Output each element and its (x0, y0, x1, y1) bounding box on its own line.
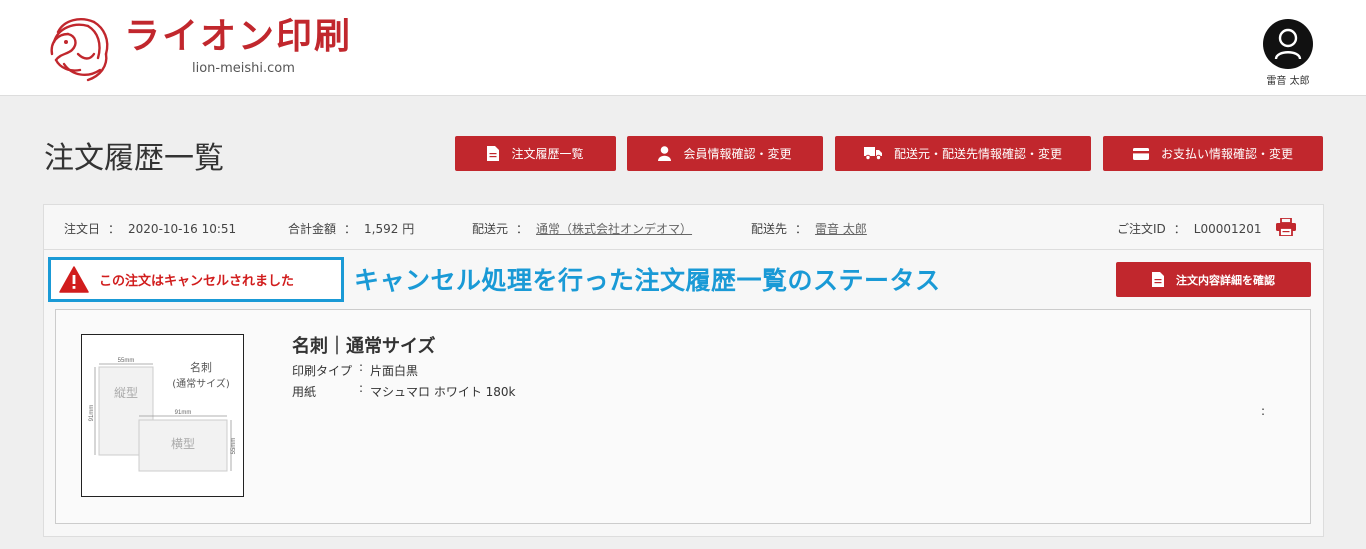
ship-to-link[interactable]: 雷音 太郎 (815, 222, 867, 236)
user-avatar[interactable] (1263, 19, 1313, 69)
colon: ： (108, 222, 121, 236)
thumb-subtitle: (通常サイズ) (172, 377, 230, 390)
logo-url: lion-meishi.com (192, 61, 295, 76)
shipping-info-button[interactable]: 配送元・配送先情報確認・変更 (835, 136, 1091, 171)
product-thumbnail: 55mm 91mm 91mm 55mm 縦型 横型 名刺 (通常サイズ) (81, 334, 244, 497)
order-total-label: 合計金額 (288, 222, 337, 236)
order-total: 合計金額 ： 1,592 円 (288, 220, 414, 237)
order-panel: 注文日 ： 2020-10-16 10:51 合計金額 ： 1,592 円 配送元 ： 通常… (43, 204, 1324, 537)
ship-to-label: 配送先 (751, 222, 788, 236)
dim-label-top: 55mm (118, 358, 135, 364)
document-icon (487, 146, 500, 161)
user-icon (1274, 28, 1302, 60)
user-icon (658, 146, 672, 161)
paper-value: マシュマロ ホワイト 180k (370, 385, 516, 399)
page-title: 注文履歴一覧 (44, 141, 224, 176)
colon: ： (1173, 222, 1186, 236)
product-name: 名刺｜通常サイズ (292, 336, 436, 357)
colon: ： (795, 222, 808, 236)
print-type-label: 印刷タイプ (292, 364, 353, 378)
order-date-label: 注文日 (64, 222, 101, 236)
document-icon (1152, 272, 1164, 287)
user-name: 雷音 太郎 (1266, 76, 1310, 87)
spec-colon: : (359, 381, 364, 395)
cancel-status-text: この注文はキャンセルされました (99, 274, 295, 289)
payment-info-button-label: お支払い情報確認・変更 (1160, 147, 1293, 161)
order-id-value: L00001201 (1193, 222, 1262, 236)
business-card-size-diagram: 55mm 91mm 91mm 55mm 縦型 横型 名刺 (通常サイズ) (89, 358, 237, 472)
spec-colon: : (359, 360, 364, 374)
order-detail-button-label: 注文内容詳細を確認 (1176, 273, 1275, 287)
shipping-info-button-label: 配送元・配送先情報確認・変更 (893, 147, 1062, 161)
paper-label: 用紙 (292, 385, 317, 399)
order-date: 注文日 ： 2020-10-16 10:51 (64, 220, 236, 237)
dim-label-right: 55mm (231, 438, 237, 455)
product-card: 55mm 91mm 91mm 55mm 縦型 横型 名刺 (通常サイズ) 名刺｜… (55, 309, 1311, 524)
payment-info-button[interactable]: お支払い情報確認・変更 (1103, 136, 1323, 171)
dim-label-left: 91mm (89, 405, 95, 422)
site-header: ライオン印刷 lion-meishi.com 雷音 太郎 (0, 0, 1366, 96)
landscape-label: 横型 (171, 437, 195, 451)
order-detail-button[interactable]: 注文内容詳細を確認 (1116, 262, 1311, 297)
colon: ： (344, 222, 357, 236)
order-id-label: ご注文ID (1117, 222, 1166, 236)
member-info-button-label: 会員情報確認・変更 (683, 147, 792, 161)
printer-icon[interactable] (1276, 218, 1296, 236)
lion-logo-icon[interactable] (44, 14, 116, 82)
ship-from-link[interactable]: 通常（株式会社オンデオマ） (536, 222, 692, 236)
order-id: ご注文ID ： L00001201 (1117, 220, 1262, 237)
dim-label-middle: 91mm (175, 410, 192, 416)
order-meta-row: 注文日 ： 2020-10-16 10:51 合計金額 ： 1,592 円 配送元 ： 通常… (44, 205, 1323, 250)
credit-card-icon (1132, 147, 1149, 160)
portrait-label: 縦型 (114, 386, 138, 400)
order-history-button[interactable]: 注文履歴一覧 (455, 136, 616, 171)
truck-icon (863, 147, 882, 160)
thumb-title: 名刺 (190, 360, 212, 374)
colon: ： (516, 222, 529, 236)
cancel-status-badge: この注文はキャンセルされました (48, 257, 344, 302)
print-type-value: 片面白黒 (370, 364, 419, 378)
ship-from-label: 配送元 (472, 222, 509, 236)
member-info-button[interactable]: 会員情報確認・変更 (627, 136, 823, 171)
stray-colon: : (1261, 404, 1266, 418)
order-history-button-label: 注文履歴一覧 (511, 147, 584, 161)
ship-from: 配送元 ： 通常（株式会社オンデオマ） (472, 220, 692, 237)
order-total-value: 1,592 円 (364, 222, 415, 236)
order-date-value: 2020-10-16 10:51 (128, 222, 237, 236)
ship-to: 配送先 ： 雷音 太郎 (751, 220, 867, 237)
logo-text[interactable]: ライオン印刷 (124, 14, 352, 60)
status-annotation: キャンセル処理を行った注文履歴一覧のステータス (354, 266, 941, 295)
warning-icon (59, 266, 89, 293)
